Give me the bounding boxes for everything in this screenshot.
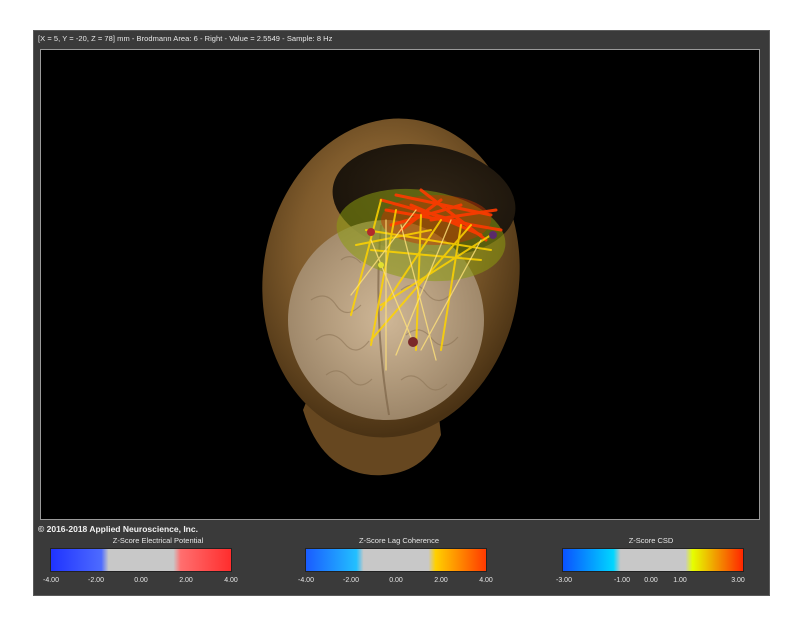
colorbar-tick: -4.00 xyxy=(298,577,314,584)
colorbar-gradient xyxy=(305,548,487,572)
3d-brain-viewport[interactable] xyxy=(40,49,760,520)
colorbar-tick: -4.00 xyxy=(43,577,59,584)
colorbar-tick: 0.00 xyxy=(134,577,148,584)
colorbar-gradient xyxy=(562,548,744,572)
colorbar-tick: -2.00 xyxy=(88,577,104,584)
copyright-label: © 2016-2018 Applied Neuroscience, Inc. xyxy=(38,524,198,534)
colorbar-tick: 0.00 xyxy=(644,577,658,584)
colorbar-tick: 4.00 xyxy=(224,577,238,584)
colorbar-tick: 4.00 xyxy=(479,577,493,584)
status-readout: [X = 5, Y = -20, Z = 78] mm - Brodmann A… xyxy=(38,34,333,43)
colorbar-tick: -1.00 xyxy=(614,577,630,584)
colorbar-tick: 2.00 xyxy=(179,577,193,584)
colorbar-tick: 2.00 xyxy=(434,577,448,584)
viewer-window: [X = 5, Y = -20, Z = 78] mm - Brodmann A… xyxy=(33,30,770,596)
colorbar-tick: 3.00 xyxy=(731,577,745,584)
colorbar-title: Z-Score CSD xyxy=(628,536,674,545)
colorbar-tick: -2.00 xyxy=(343,577,359,584)
colorbar-tick: 1.00 xyxy=(673,577,687,584)
colorbar-title: Z-Score Lag Coherence xyxy=(358,536,440,545)
colorbar-gradient xyxy=(50,548,232,572)
head-brain-render xyxy=(262,118,520,476)
colorbar-title: Z-Score Electrical Potential xyxy=(112,536,204,545)
colorbar-tick: -3.00 xyxy=(556,577,572,584)
colorbar-tick: 0.00 xyxy=(389,577,403,584)
